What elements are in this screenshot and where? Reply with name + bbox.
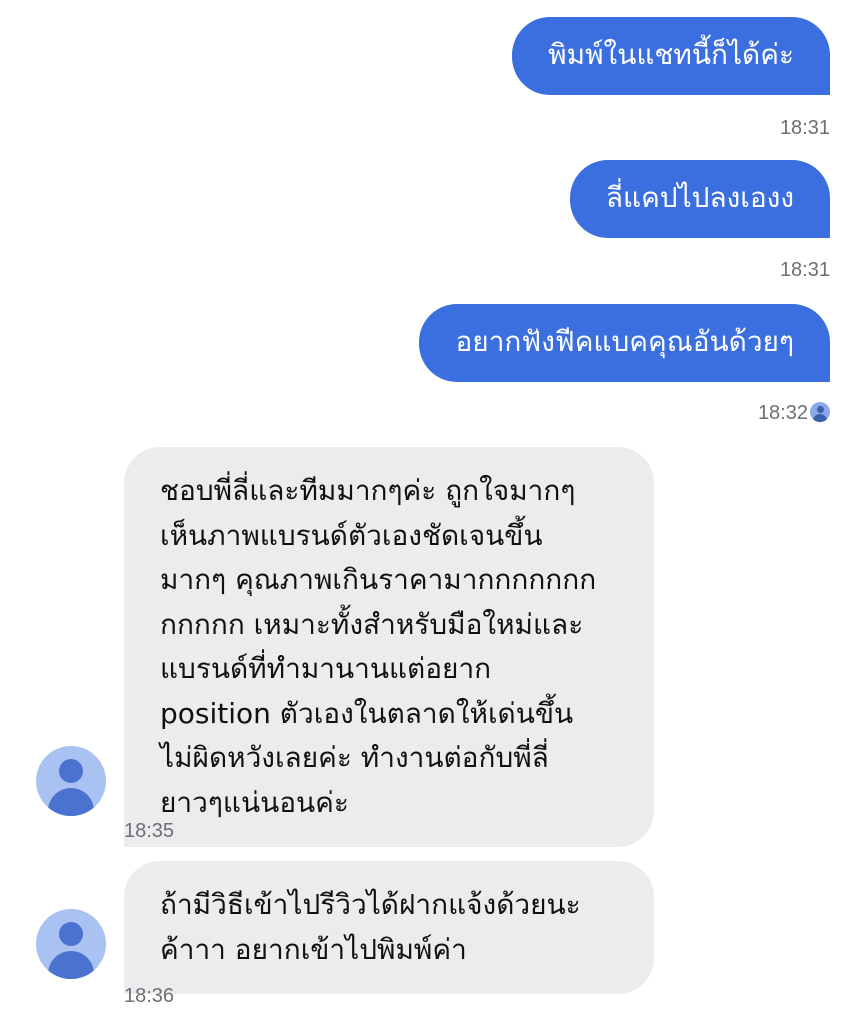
message-timestamp: 18:35	[124, 820, 175, 842]
message-bubble-outgoing[interactable]: ลี่แคปไปลงเองง	[569, 160, 830, 238]
message-text: ถ้ามีวิธีเข้าไปรีวิวได้ฝากแจ้งด้วยนะ ค้า…	[160, 888, 581, 966]
message-bubble-outgoing[interactable]: พิมพ์ในแชทนี้ก็ได้ค่ะ	[512, 17, 830, 95]
message-bubble-outgoing[interactable]: อยากฟังฟีคแบคคุณอันด้วยๆ	[419, 304, 830, 382]
message-bubble-incoming[interactable]: ถ้ามีวิธีเข้าไปรีวิวได้ฝากแจ้งด้วยนะ ค้า…	[124, 861, 654, 994]
message-timestamp: 18:32	[758, 401, 830, 425]
user-avatar-icon[interactable]	[36, 909, 106, 979]
message-text: ลี่แคปไปลงเองง	[605, 181, 794, 214]
message-text: พิมพ์ในแชทนี้ก็ได้ค่ะ	[548, 38, 794, 71]
message-timestamp: 18:36	[124, 985, 175, 1007]
user-avatar-icon[interactable]	[36, 746, 106, 816]
message-timestamp: 18:31	[779, 117, 830, 139]
message-text: ชอบพี่ลี่และทีมมากๆค่ะ ถูกใจมากๆ เห็นภาพ…	[160, 474, 597, 819]
message-bubble-incoming[interactable]: ชอบพี่ลี่และทีมมากๆค่ะ ถูกใจมากๆ เห็นภาพ…	[124, 447, 654, 847]
message-text: อยากฟังฟีคแบคคุณอันด้วยๆ	[455, 325, 794, 358]
avatar-seen-icon	[810, 401, 830, 422]
message-timestamp: 18:31	[779, 259, 830, 281]
